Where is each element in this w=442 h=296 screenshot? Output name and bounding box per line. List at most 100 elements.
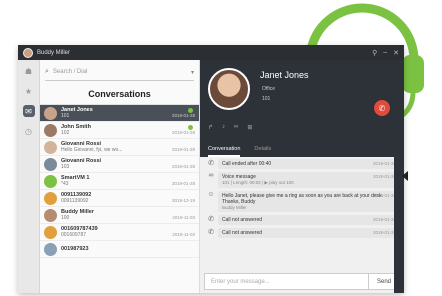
chevron-down-icon[interactable]: ▾ <box>191 69 194 76</box>
message-subtext: Buddy Miller <box>222 205 247 210</box>
phone-icon: ✆ <box>208 229 214 236</box>
list-item-detail: 100 <box>61 215 70 221</box>
message-item: ✆ Call not answered 2019-01-28 <box>204 215 400 225</box>
tab-details[interactable]: Details <box>254 144 271 157</box>
avatar <box>44 123 57 137</box>
window-controls: ⚲ – ✕ <box>372 49 399 57</box>
microphone-icon[interactable]: ♪ <box>222 124 225 131</box>
contacts-icon[interactable]: ☗ <box>23 65 35 77</box>
history-icon[interactable]: ◷ <box>23 125 35 137</box>
list-item-detail: Hello Giovanni, fyi, we wo... <box>61 147 123 153</box>
list-item-date: 2019-12-19 <box>171 198 195 203</box>
message-input[interactable]: Enter your message... <box>211 279 270 285</box>
message-time: 2019-01-28 <box>372 161 396 166</box>
list-item-text: 001609787439 001609787 <box>61 226 169 238</box>
message-bubble: Call not answered 2019-01-28 <box>218 228 400 238</box>
close-icon[interactable]: ✕ <box>393 49 399 57</box>
transfer-icon[interactable]: ↱ <box>208 124 213 131</box>
message-text: Call ended after 00:40 <box>222 161 272 167</box>
collapse-arrow-icon[interactable] <box>402 171 408 181</box>
avatar <box>44 106 57 120</box>
marketing-scene: Buddy Miller ⚲ – ✕ ☗ ★ ✉ ◷ ⌕ Search / Di… <box>0 0 442 296</box>
list-item[interactable]: SmartVM 1 *43 2019-01-28 <box>40 173 199 190</box>
list-item-detail: 101 <box>61 113 70 119</box>
conversation-items: Janet Jones 101 2019-01-28 John Smith 102 201… <box>40 105 199 258</box>
message-bubble: Hello Janet, please give me a ring as so… <box>218 191 400 212</box>
list-item-date: 2019-01-28 <box>171 164 195 169</box>
list-item[interactable]: John Smith 102 2019-01-28 <box>40 122 199 139</box>
message-item: ∞ Voice message 101 | Length: 00:02 | ▶ pl… <box>204 172 400 188</box>
contact-status: Office <box>262 86 275 92</box>
presence-dot <box>188 125 193 130</box>
message-time: 2019-01-28 <box>372 174 396 179</box>
voicemail-icon[interactable]: ∞ <box>234 124 238 131</box>
list-item-date: 2019-11-03 <box>172 232 195 237</box>
list-title: Conversations <box>40 85 199 105</box>
contact-name: Janet Jones <box>260 70 309 80</box>
list-item-detail: 103 <box>61 164 70 170</box>
list-item-date: 2019-11-03 <box>172 215 195 220</box>
pin-icon[interactable]: ⚲ <box>372 49 377 57</box>
hangup-button[interactable]: ✆ <box>374 100 390 116</box>
list-item-date: 2019-01-28 <box>171 181 195 186</box>
list-item[interactable]: 0091139092 0091139092 2019-12-19 <box>40 190 199 207</box>
list-item[interactable]: 001987923 <box>40 241 199 258</box>
message-text: Call not answered <box>222 217 263 223</box>
list-item-text: Janet Jones 101 <box>61 107 169 119</box>
search-icon: ⌕ <box>45 68 49 75</box>
tab-conversation[interactable]: Conversation <box>208 144 241 157</box>
list-item-text: Giovanni Rossi Hello Giovanni, fyi, we wo… <box>61 141 169 153</box>
app-window: Buddy Miller ⚲ – ✕ ☗ ★ ✉ ◷ ⌕ Search / Di… <box>18 45 404 293</box>
contact-avatar <box>208 68 250 110</box>
message-subtext: 101 | Length: 00:02 | ▶ play out 100 <box>222 180 294 185</box>
list-item[interactable]: 001609787439 001609787 2019-11-03 <box>40 224 199 241</box>
list-item-text: 0091139092 0091139092 <box>61 192 169 204</box>
message-text: Hello Janet, please give me a ring as so… <box>222 193 383 205</box>
contact-extension: 101 <box>262 96 271 102</box>
list-item[interactable]: Janet Jones 101 2019-01-28 <box>40 105 199 122</box>
voicemail-icon: ∞ <box>208 172 214 179</box>
search-input[interactable]: Search / Dial <box>53 69 87 75</box>
list-item[interactable]: Giovanni Rossi Hello Giovanni, fyi, we wo… <box>40 139 199 156</box>
avatar <box>44 140 57 154</box>
avatar[interactable] <box>23 47 33 58</box>
message-item: ✆ Call ended after 00:40 2019-01-28 <box>204 159 400 169</box>
nav-rail: ☗ ★ ✉ ◷ <box>18 60 40 293</box>
user-name[interactable]: Buddy Miller <box>37 50 70 56</box>
list-item-date: 2019-01-28 <box>171 130 195 135</box>
phone-icon: ✆ <box>208 160 214 167</box>
list-item-name: 001987923 <box>61 246 89 252</box>
favorites-icon[interactable]: ★ <box>23 85 35 97</box>
message-bubble: Call ended after 00:40 2019-01-28 <box>218 159 400 169</box>
keypad-icon[interactable]: ⊞ <box>247 124 252 131</box>
list-item-detail: *43 <box>61 181 69 187</box>
call-actions: ↱ ♪ ∞ ⊞ <box>208 124 252 131</box>
list-item-detail: 0091139092 <box>61 198 89 204</box>
message-time: 2019-01-28 <box>372 193 396 198</box>
avatar <box>44 157 57 171</box>
message-item: ✆ Call not answered 2019-01-28 <box>204 228 400 238</box>
avatar <box>44 208 57 222</box>
conversation-list: ⌕ Search / Dial ▾ Conversations Janet Jo… <box>40 60 200 293</box>
conversation-pane: Janet Jones Office 101 ✆ ↱ ♪ ∞ ⊞ Convers… <box>200 60 404 293</box>
list-item-text: SmartVM 1 *43 <box>61 175 169 187</box>
search-bar[interactable]: ⌕ Search / Dial ▾ <box>45 64 194 81</box>
message-composer: Enter your message... Send <box>204 273 400 290</box>
list-item-detail: 102 <box>61 130 70 136</box>
title-bar: Buddy Miller ⚲ – ✕ <box>18 45 404 60</box>
list-item-text: John Smith 102 <box>61 124 169 136</box>
message-bubble: Call not answered 2019-01-28 <box>218 215 400 225</box>
list-item-text: Buddy Miller 100 <box>61 209 169 221</box>
message-time: 2019-01-28 <box>372 217 396 222</box>
list-item[interactable]: Buddy Miller 100 2019-11-03 <box>40 207 199 224</box>
minimize-icon[interactable]: – <box>383 49 387 57</box>
list-item[interactable]: Giovanni Rossi 103 2019-01-28 <box>40 156 199 173</box>
app-body: ☗ ★ ✉ ◷ ⌕ Search / Dial ▾ Conversations … <box>18 60 404 293</box>
list-item-date: 2019-01-28 <box>171 147 195 152</box>
message-item: ☺ Hello Janet, please give me a ring as s… <box>204 191 400 212</box>
avatar <box>44 242 57 256</box>
avatar <box>44 174 57 188</box>
conversations-icon[interactable]: ✉ <box>22 105 35 117</box>
contact-header: Janet Jones Office 101 ✆ ↱ ♪ ∞ ⊞ <box>200 60 404 144</box>
conversation-tabs: Conversation Details <box>200 144 404 157</box>
